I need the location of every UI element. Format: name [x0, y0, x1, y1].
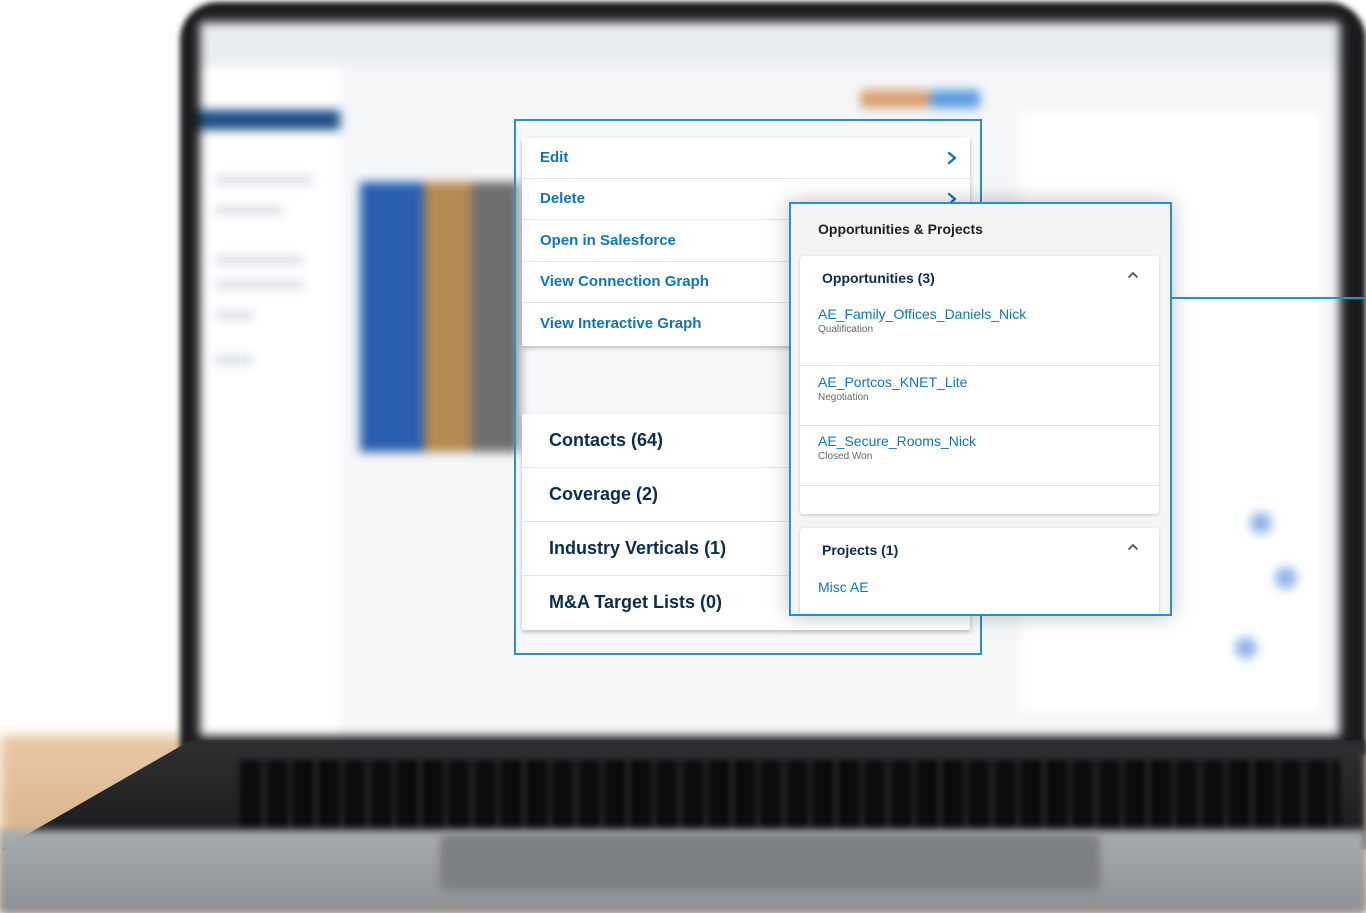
opportunities-header[interactable]: Opportunities (3) — [822, 270, 935, 286]
blurred-app-sidebar — [200, 66, 340, 736]
opportunity-row[interactable]: AE_Portcos_KNET_Lite Negotiation — [800, 366, 1159, 426]
popover-title: Opportunities & Projects — [818, 221, 983, 237]
opportunity-stage: Closed Won — [818, 451, 873, 462]
related-list-label: Contacts (64) — [549, 430, 664, 450]
blurred-app-header — [200, 22, 1340, 66]
blurred-line — [214, 356, 254, 364]
blurred-profile-photo — [360, 182, 520, 452]
opportunity-stage: Qualification — [818, 324, 874, 335]
project-link[interactable]: Misc AE — [818, 579, 869, 595]
opportunity-link[interactable]: AE_Family_Offices_Daniels_Nick — [818, 306, 1026, 322]
blurred-button — [930, 90, 980, 108]
callout-connector-line — [1172, 297, 1366, 299]
menu-item-label: View Interactive Graph — [540, 315, 702, 332]
opportunity-link[interactable]: AE_Portcos_KNET_Lite — [818, 374, 967, 390]
projects-header[interactable]: Projects (1) — [822, 542, 898, 558]
related-list-label: M&A Target Lists (0) — [549, 592, 723, 612]
menu-item-edit[interactable]: Edit — [522, 138, 970, 179]
opportunity-row[interactable]: AE_Secure_Rooms_Nick Closed Won — [800, 426, 1159, 486]
related-list-label: Industry Verticals (1) — [549, 538, 727, 558]
blurred-line — [214, 256, 304, 264]
laptop-keyboard — [240, 760, 1340, 830]
blurred-line — [214, 206, 284, 214]
blurred-active-nav — [200, 110, 340, 130]
blurred-line — [214, 281, 304, 289]
opportunity-row[interactable]: AE_Family_Offices_Daniels_Nick Qualifica… — [800, 306, 1159, 366]
chevron-up-icon[interactable] — [1127, 542, 1139, 552]
menu-item-label: Edit — [540, 149, 569, 166]
chevron-right-icon — [947, 151, 957, 165]
blurred-line — [214, 176, 314, 184]
blurred-line — [214, 311, 254, 319]
laptop-trackpad — [440, 835, 1100, 890]
opportunities-section: Opportunities (3) AE_Family_Offices_Dani… — [800, 256, 1159, 514]
menu-item-label: Delete — [540, 190, 586, 207]
opportunity-link[interactable]: AE_Secure_Rooms_Nick — [818, 433, 976, 449]
opportunity-stage: Negotiation — [818, 392, 869, 403]
opportunities-projects-popover: Opportunities & Projects Opportunities (… — [789, 202, 1172, 616]
blurred-graph-node — [1275, 567, 1297, 589]
blurred-graph-node — [1235, 637, 1257, 659]
blurred-button — [860, 90, 930, 108]
projects-section: Projects (1) Misc AE — [800, 528, 1159, 614]
related-list-label: Coverage (2) — [549, 484, 659, 504]
blurred-graph-node — [1250, 512, 1272, 534]
menu-item-label: View Connection Graph — [540, 273, 709, 290]
chevron-up-icon[interactable] — [1127, 270, 1139, 280]
menu-item-label: Open in Salesforce — [540, 232, 676, 249]
